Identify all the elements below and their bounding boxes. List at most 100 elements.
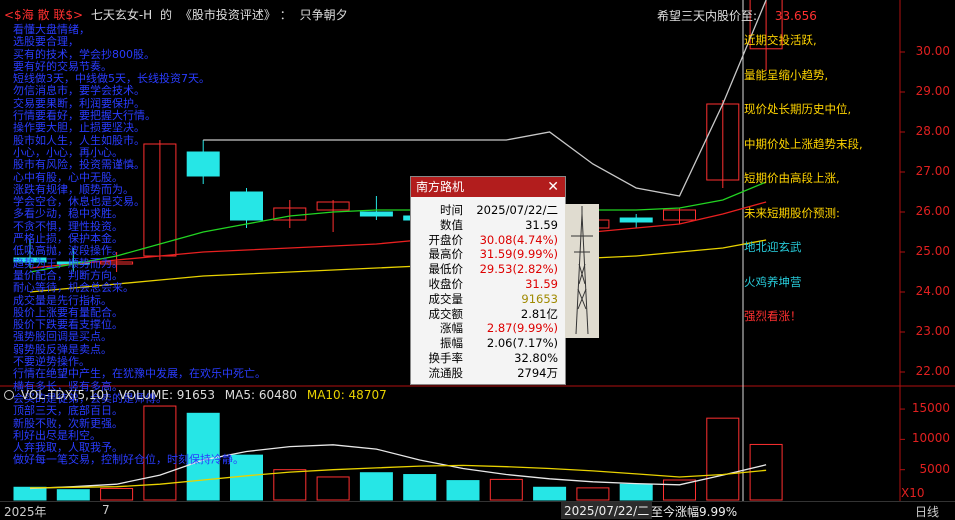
- vol-ma5: MA5: 60480: [224, 388, 298, 402]
- volume-bar: [403, 474, 437, 501]
- popup-row-value: 2025/07/22/二: [476, 203, 558, 217]
- popup-row-label: 开盘价: [428, 232, 464, 247]
- note-line: 低吸高抛，波段操作。: [13, 244, 123, 258]
- note-line: 耐心等待，机会总会来。: [13, 281, 134, 295]
- note-line: 做好每一笔交易，控制好仓位，时刻保持冷静。: [13, 453, 244, 467]
- time-axis-year: 2025年: [4, 505, 47, 519]
- volume-bar: [56, 489, 90, 501]
- popup-row-value: 2794万: [517, 365, 558, 380]
- indicator-toggle-icon[interactable]: [4, 390, 14, 400]
- popup-row-label: 最高价: [428, 247, 464, 262]
- close-icon[interactable]: ✕: [547, 177, 559, 197]
- forecast-note: 量能呈缩小趋势,: [744, 67, 829, 82]
- price-axis-label: 24.00: [915, 284, 950, 298]
- popup-row-label: 振幅: [440, 336, 463, 351]
- note-line: 勿信消息市，要学会技术。: [13, 84, 145, 98]
- change-since: 至今涨幅9.99%: [651, 505, 738, 519]
- note-line: 顶部三天，底部百日。: [13, 404, 123, 418]
- note-line: 操作要大胆，止损要坚决。: [13, 121, 145, 135]
- popup-row: 最低价 29.53(2.82%): [411, 262, 563, 276]
- popup-row-value: 91653: [521, 291, 558, 306]
- current-date: 2025/07/22/二: [561, 502, 653, 519]
- popup-row-value: 32.80%: [514, 351, 558, 365]
- volume-bar: [619, 483, 653, 501]
- price-axis-label: 27.00: [915, 164, 950, 178]
- popup-row-label: 时间: [440, 203, 463, 217]
- note-line: 选股要合理，: [13, 35, 79, 49]
- popup-title-bar[interactable]: 南方路机 ✕: [411, 177, 565, 197]
- forecast-note: 近期交投活跃,: [744, 33, 817, 47]
- volume-unit: X10: [901, 486, 925, 500]
- popup-row-value: 31.59: [525, 277, 558, 291]
- popup-row: 换手率 32.80%: [411, 351, 563, 365]
- right-notes: 近期交投活跃, 量能呈缩小趋势, 现价处长期历史中位, 中期价处上涨趋势末段, 短期价由…: [744, 32, 863, 343]
- forecast-note: 强烈看涨！: [744, 309, 802, 323]
- volume-axis-label: 10000: [911, 431, 950, 446]
- price-axis-label: 30.00: [915, 44, 950, 58]
- header-book: 《股市投资评述》: [179, 8, 276, 22]
- popup-row-value: 2.87(9.99%): [486, 321, 558, 336]
- forecast-note: 火鸡养坤营: [744, 274, 802, 289]
- popup-row: 成交额 2.81亿: [411, 307, 563, 321]
- volume-bar: [749, 443, 783, 501]
- target-value: 33.656: [774, 9, 817, 23]
- header-connector: 的: [160, 8, 173, 22]
- price-axis-label: 22.00: [915, 364, 950, 378]
- popup-row: 开盘价 30.08(4.74%): [411, 233, 563, 247]
- popup-row: 成交量 91653: [411, 292, 563, 306]
- volume-bar: [100, 487, 134, 501]
- volume-header: VOL-TDX(5,10) VOLUME: 91653 MA5: 60480 M…: [4, 388, 387, 402]
- price-axis-label: 25.00: [915, 244, 950, 258]
- price-axis-label: 26.00: [915, 204, 950, 218]
- header-colon: ：: [279, 8, 292, 22]
- popup-row: 流通股 2794万: [411, 366, 563, 380]
- popup-row: 数值 31.59: [411, 218, 563, 232]
- popup-row-label: 最低价: [428, 262, 464, 277]
- popup-row-label: 收盘价: [428, 277, 464, 291]
- forecast-note: 未来短期股价预测:: [744, 205, 840, 220]
- volume-bar: [663, 479, 696, 501]
- note-line: 心中有股，心中无股。: [13, 170, 123, 184]
- note-line: 多看少动，稳中求胜。: [13, 207, 123, 221]
- vol-value: VOLUME: 91653: [118, 388, 215, 402]
- ma-line-white: [203, 0, 767, 197]
- header-author: 七天玄女-H: [90, 8, 153, 22]
- popup-title: 南方路机: [416, 180, 465, 194]
- popup-row-value: 29.53(2.82%): [479, 262, 558, 277]
- target-price: 希望三天内股价至: 33.656: [657, 7, 817, 24]
- header-tagline: 只争朝夕: [299, 8, 348, 22]
- period-label[interactable]: 日线: [915, 503, 939, 520]
- forecast-note: 中期价处上涨趋势末段,: [744, 136, 863, 151]
- volume-bar: [576, 487, 610, 501]
- stock-info-popup[interactable]: 南方路机 ✕ 时间 2025/07/22/二 数值 31.59 开盘价 30.08(4.7…: [410, 176, 566, 385]
- popup-row: 振幅 2.06(7.17%): [411, 336, 563, 350]
- forecast-note: 现价处长期历史中位,: [744, 102, 852, 116]
- volume-axis-label: 5000: [919, 461, 950, 476]
- popup-row-label: 涨幅: [440, 321, 463, 336]
- popup-row-label: 成交额: [428, 306, 464, 321]
- volume-bar: [316, 476, 350, 501]
- note-line: 行情在绝望中产生，在犹豫中发展，在欢乐中死亡。: [13, 367, 266, 381]
- target-label: 希望三天内股价至:: [657, 9, 758, 23]
- forecast-note: 短期价由高段上涨,: [744, 171, 840, 185]
- popup-row-value: 30.08(4.74%): [479, 232, 558, 247]
- popup-row-label: 换手率: [428, 351, 464, 365]
- header-prefix: <$海 散 联$>: [4, 8, 84, 22]
- popup-row-value: 31.59: [525, 217, 558, 232]
- price-axis-label: 29.00: [915, 84, 950, 98]
- popup-row-value: 2.06(7.17%): [486, 336, 558, 351]
- volume-bar: [706, 417, 740, 501]
- volume-bar: [489, 478, 523, 501]
- popup-row-value: 2.81亿: [520, 306, 558, 321]
- volume-axis-label: 15000: [911, 401, 950, 416]
- popup-row-label: 成交量: [428, 291, 464, 306]
- note-line: 强势股回调是买点。: [13, 330, 112, 344]
- vol-indicator-name[interactable]: VOL-TDX(5,10): [21, 388, 109, 402]
- chart-header: <$海 散 联$> 七天玄女-H 的 《股市投资评述》 ： 只争朝夕: [4, 6, 348, 23]
- popup-row: 最高价 31.59(9.99%): [411, 247, 563, 261]
- popup-row-label: 流通股: [428, 365, 464, 380]
- volume-bar: [446, 480, 480, 501]
- price-axis-label: 28.00: [915, 124, 950, 138]
- candle-body: [619, 217, 653, 223]
- tower-thumbnail: [565, 204, 599, 338]
